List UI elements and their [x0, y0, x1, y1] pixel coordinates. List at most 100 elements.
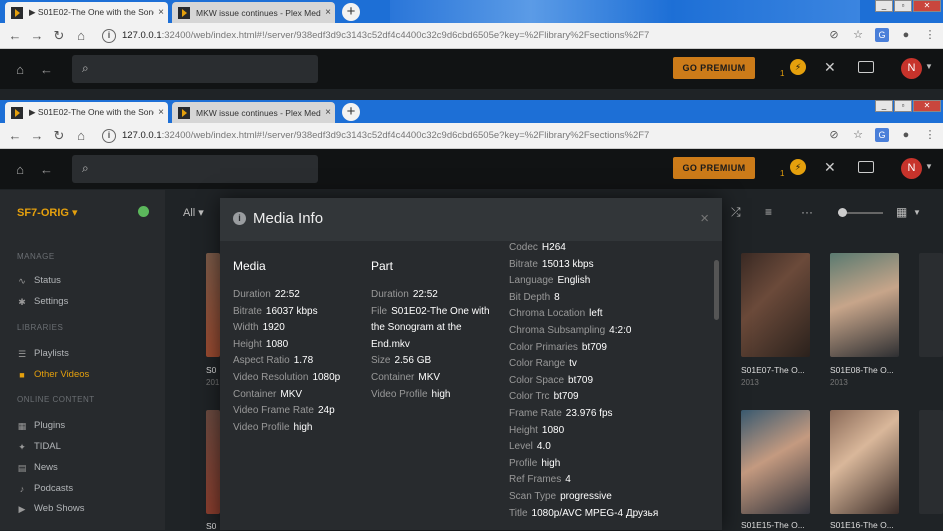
tab-inactive[interactable]: MKW issue continues - Plex Media Server …	[172, 2, 335, 23]
menu-dots-icon[interactable]: ⋮	[923, 28, 937, 42]
go-premium-button[interactable]: GO PREMIUM	[673, 157, 755, 179]
site-info-icon[interactable]: i	[102, 128, 116, 143]
settings-tools-icon[interactable]: ✕	[824, 59, 836, 76]
poster-title[interactable]: S0	[206, 365, 216, 375]
plex-home-icon[interactable]: ⌂	[0, 162, 40, 177]
sidebar-item-web-shows[interactable]: ▶ Web Shows	[17, 503, 85, 514]
info-key: Duration	[371, 289, 409, 300]
chevron-down-icon[interactable]: ▼	[925, 162, 933, 171]
avatar[interactable]: N	[901, 58, 922, 79]
reload-icon[interactable]: ↻	[48, 128, 70, 144]
sidebar-item-plugins[interactable]: ▦ Plugins	[17, 420, 65, 431]
bookmark-star-icon[interactable]: ☆	[851, 28, 865, 42]
home-icon[interactable]: ⌂	[70, 28, 92, 43]
news-icon: ▤	[17, 462, 27, 473]
library-title[interactable]: SF7-ORIG ▾	[17, 206, 78, 219]
poster-thumbnail[interactable]	[919, 253, 943, 357]
tab-close-icon[interactable]: ×	[321, 107, 335, 118]
forward-arrow-icon[interactable]: →	[26, 28, 48, 43]
poster-thumbnail[interactable]	[741, 410, 810, 514]
blocked-icon[interactable]: ⊘	[827, 128, 841, 142]
info-value: 22:52	[274, 289, 300, 300]
cast-icon[interactable]	[858, 61, 874, 73]
poster-size-slider[interactable]	[838, 208, 883, 217]
poster-thumbnail[interactable]	[206, 410, 220, 514]
info-row: Bitrate 16037 kbps	[233, 304, 363, 321]
maximize-icon[interactable]: ▫	[894, 100, 912, 112]
back-arrow-icon[interactable]: ←	[4, 28, 26, 43]
tab-close-icon[interactable]: ×	[154, 7, 168, 18]
menu-dots-icon[interactable]: ⋮	[923, 128, 937, 142]
forward-arrow-icon[interactable]: →	[26, 128, 48, 143]
sidebar-item-settings[interactable]: ✱ Settings	[17, 296, 68, 307]
reload-icon[interactable]: ↻	[48, 28, 70, 44]
poster-thumbnail[interactable]	[830, 410, 899, 514]
close-icon[interactable]: ×	[700, 210, 709, 227]
tab-inactive[interactable]: MKW issue continues - Plex Media Server …	[172, 102, 335, 123]
plex-back-icon[interactable]: ←	[40, 62, 56, 77]
profile-icon[interactable]: ●	[899, 128, 913, 142]
more-dots-icon[interactable]: ···	[801, 205, 813, 219]
info-key: Chroma Location	[509, 308, 586, 320]
back-arrow-icon[interactable]: ←	[4, 128, 26, 143]
close-window-icon[interactable]: ✕	[913, 100, 941, 112]
maximize-icon[interactable]: ▫	[894, 0, 912, 12]
chevron-down-icon[interactable]: ▼	[925, 62, 933, 71]
search-input[interactable]: ⌕	[72, 55, 318, 83]
poster-title[interactable]: S01E08-The O...	[830, 365, 894, 375]
dialog-scrollbar[interactable]	[714, 260, 719, 320]
cast-icon[interactable]	[858, 161, 874, 173]
poster-title[interactable]: S01E15-The O...	[741, 520, 805, 530]
sidebar-item-podcasts[interactable]: ♪ Podcasts	[17, 483, 73, 494]
info-row: Profile high	[509, 456, 709, 473]
tab-active[interactable]: ▶ S01E02-The One with the Sonogram ×	[5, 102, 168, 123]
close-window-icon[interactable]: ✕	[913, 0, 941, 12]
stream-column: Codec H264 Bitrate 15013 kbps Language Englis…	[509, 240, 709, 522]
sidebar-item-status[interactable]: ∿ Status	[17, 275, 61, 286]
minimize-icon[interactable]: _	[875, 100, 893, 112]
tab-active[interactable]: ▶ S01E02-The One with the Sonogram ×	[5, 2, 168, 23]
profile-icon[interactable]: ●	[899, 28, 913, 42]
minimize-icon[interactable]: _	[875, 0, 893, 12]
sidebar-item-playlists[interactable]: ☰ Playlists	[17, 348, 69, 359]
poster-thumbnail[interactable]	[830, 253, 899, 357]
info-value: 8	[554, 291, 560, 303]
sidebar-item-news[interactable]: ▤ News	[17, 462, 58, 473]
search-input[interactable]: ⌕	[72, 155, 318, 183]
plex-back-icon[interactable]: ←	[40, 162, 56, 177]
translate-icon[interactable]: G	[875, 28, 889, 42]
filter-all-dropdown[interactable]: All ▾	[183, 206, 204, 219]
bookmark-star-icon[interactable]: ☆	[851, 128, 865, 142]
grid-view-icon[interactable]: ▦	[896, 205, 907, 219]
settings-tools-icon[interactable]: ✕	[824, 159, 836, 176]
plex-home-icon[interactable]: ⌂	[0, 62, 40, 77]
sidebar-item-other-videos[interactable]: ■ Other Videos	[17, 369, 89, 380]
new-tab-button[interactable]: +	[342, 3, 360, 21]
poster-thumbnail[interactable]	[741, 253, 810, 357]
home-icon[interactable]: ⌂	[70, 128, 92, 143]
new-tab-button[interactable]: +	[342, 103, 360, 121]
url-field[interactable]: 127.0.0.1:32400/web/index.html#!/server/…	[122, 130, 649, 141]
poster-year: 2013	[741, 378, 759, 387]
poster-thumbnail[interactable]	[206, 253, 220, 357]
tab-close-icon[interactable]: ×	[154, 107, 168, 118]
sidebar-item-tidal[interactable]: ✦ TIDAL	[17, 441, 61, 452]
url-field[interactable]: 127.0.0.1:32400/web/index.html#!/server/…	[122, 30, 649, 41]
chevron-down-icon[interactable]: ▼	[913, 208, 921, 217]
tab-close-icon[interactable]: ×	[321, 7, 335, 18]
blocked-icon[interactable]: ⊘	[827, 28, 841, 42]
shuffle-icon[interactable]: ⤮	[731, 205, 741, 220]
info-value: high	[541, 457, 561, 469]
go-premium-button[interactable]: GO PREMIUM	[673, 57, 755, 79]
poster-thumbnail[interactable]	[919, 410, 943, 514]
info-value: bt709	[553, 391, 579, 403]
poster-title[interactable]: S01E16-The O...	[830, 520, 894, 530]
play-queue-icon[interactable]: ≡	[765, 205, 772, 219]
info-value: MKV	[418, 371, 441, 383]
site-info-icon[interactable]: i	[102, 28, 116, 43]
activity-icon[interactable]: ⚡	[790, 59, 806, 75]
activity-icon[interactable]: ⚡	[790, 159, 806, 175]
avatar[interactable]: N	[901, 158, 922, 179]
poster-title[interactable]: S01E07-The O...	[741, 365, 805, 375]
translate-icon[interactable]: G	[875, 128, 889, 142]
